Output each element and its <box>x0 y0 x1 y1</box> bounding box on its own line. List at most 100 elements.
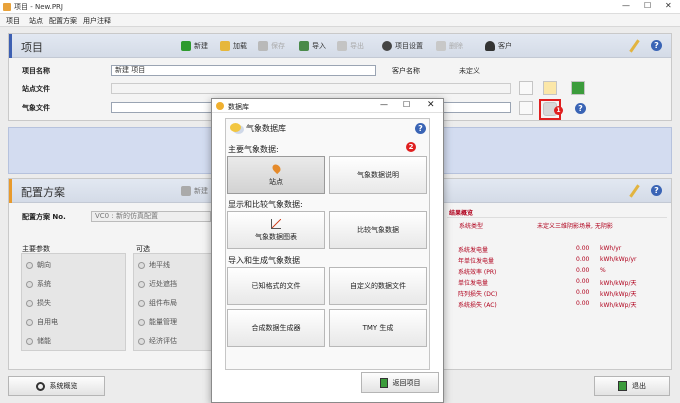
compare-meteo-button[interactable]: 比较气象数据 <box>329 211 427 249</box>
system-overview-button[interactable]: 系统概览 <box>8 376 105 396</box>
radio-system[interactable]: 系统 <box>26 279 51 289</box>
exit-icon <box>618 381 627 391</box>
group1-title: 主要气象数据: <box>228 145 279 154</box>
pencil-icon[interactable] <box>629 39 640 53</box>
known-format-button[interactable]: 已知格式的文件 <box>227 267 325 305</box>
new-config-button[interactable]: 新建 <box>181 184 208 198</box>
dialog-help-icon[interactable]: ? <box>415 123 426 134</box>
search-site-button[interactable] <box>519 81 533 95</box>
meteo-description-button[interactable]: 气象数据说明 <box>329 156 427 194</box>
import-icon <box>299 41 309 51</box>
location-pin-icon <box>270 162 282 174</box>
menu-notes[interactable]: 用户注释 <box>83 16 111 26</box>
meteo-charts-button[interactable]: 气象数据图表 <box>227 211 325 249</box>
back-to-project-button[interactable]: 返回项目 <box>361 372 439 393</box>
radio-horizon[interactable]: 地平线 <box>138 260 170 270</box>
window-title: 项目 - New.PRJ <box>14 3 63 11</box>
radio-losses[interactable]: 损失 <box>26 298 51 308</box>
annotation-badge-2: 2 <box>406 142 416 152</box>
project-title: 项目 <box>21 41 43 54</box>
dialog-title: 数据库 <box>228 103 249 111</box>
meteo-help-icon[interactable]: ? <box>575 103 586 114</box>
exit-button[interactable]: 退出 <box>594 376 670 396</box>
chart-icon <box>271 218 281 229</box>
load-project-button[interactable]: 加载 <box>220 39 247 53</box>
dialog-header: 气象数据库 <box>246 124 286 133</box>
minimize-button[interactable]: — <box>622 1 630 10</box>
accent-bar-orange <box>9 179 12 203</box>
tmy-generation-button[interactable]: TMY 生成 <box>329 309 427 347</box>
delete-button[interactable]: 删除 <box>436 39 463 53</box>
radio-near-shadings[interactable]: 近处遮挡 <box>138 279 177 289</box>
radio-energy-management[interactable]: 能量管理 <box>138 317 177 327</box>
synthetic-generator-button[interactable]: 合成数据生成器 <box>227 309 325 347</box>
sun-icon <box>216 102 224 110</box>
menu-config[interactable]: 配置方案 <box>49 16 77 26</box>
results-title: 结果概览 <box>449 210 474 217</box>
help-icon-2[interactable]: ? <box>651 185 662 196</box>
dialog-close-button[interactable]: ✕ <box>427 100 435 110</box>
dialog-content: 气象数据库 ? 2 主要气象数据: 站点 气象数据说明 显示和比较气象数据: 气… <box>225 118 430 370</box>
save-project-button[interactable]: 保存 <box>258 39 285 53</box>
maximize-button[interactable]: ☐ <box>644 1 651 10</box>
custom-file-button[interactable]: 自定义的数据文件 <box>329 267 427 305</box>
group3-title: 导入和生成气象数据 <box>228 256 300 265</box>
project-settings-button[interactable]: 项目设置 <box>382 39 423 53</box>
menu-site[interactable]: 站点 <box>29 16 43 26</box>
weather-icon <box>230 123 241 132</box>
accent-bar <box>9 34 12 58</box>
import-button[interactable]: 导入 <box>299 39 326 53</box>
project-name-label: 项目名称 <box>22 67 50 75</box>
folder-icon <box>220 41 230 51</box>
menu-project[interactable]: 项目 <box>6 16 20 26</box>
export-icon <box>337 41 347 51</box>
system-type-label: 系统类型 <box>459 223 484 230</box>
annotation-badge-1: 1 <box>554 106 563 115</box>
person-icon <box>485 41 495 51</box>
config-select[interactable]: VC0 : 新的仿真配置 <box>91 211 211 222</box>
radio-economic[interactable]: 经济评估 <box>138 336 177 346</box>
close-button[interactable]: ✕ <box>665 1 672 10</box>
back-icon <box>379 377 388 388</box>
main-params-group: 朝向 系统 损失 自用电 储能 <box>21 253 126 351</box>
client-value: 未定义 <box>459 67 480 75</box>
system-type-value: 未定义三维阴影场景, 无阴影 <box>537 223 613 230</box>
project-name-input[interactable]: 新建 项目 <box>111 65 376 76</box>
save-icon <box>258 41 268 51</box>
meteo-file-label: 气象文件 <box>22 104 50 112</box>
open-site-folder-button[interactable] <box>543 81 557 95</box>
radio-storage[interactable]: 储能 <box>26 336 51 346</box>
group2-title: 显示和比较气象数据: <box>228 200 303 209</box>
site-button[interactable]: 站点 <box>227 156 325 194</box>
config-title: 配置方案 <box>21 186 65 199</box>
dialog-maximize-button[interactable]: ☐ <box>403 100 410 109</box>
add-site-button[interactable] <box>571 81 585 95</box>
export-button[interactable]: 导出 <box>337 39 364 53</box>
client-button[interactable]: 客户 <box>485 39 512 53</box>
app-icon <box>3 3 11 11</box>
client-label: 客户名称 <box>392 67 420 75</box>
delete-icon <box>436 41 446 51</box>
site-file-field[interactable] <box>111 83 511 94</box>
new-project-button[interactable]: 新建 <box>181 39 208 53</box>
optional-group: 地平线 近处遮挡 组件布局 能量管理 经济评估 <box>133 253 213 351</box>
radio-module-layout[interactable]: 组件布局 <box>138 298 177 308</box>
plus-icon <box>181 186 191 196</box>
database-dialog: 数据库 — ☐ ✕ 气象数据库 ? 2 主要气象数据: 站点 气象数据说明 显示… <box>211 98 444 403</box>
pencil-icon-2[interactable] <box>629 184 640 198</box>
site-file-label: 站点文件 <box>22 85 50 93</box>
gear-icon <box>382 41 392 51</box>
title-bar: 项目 - New.PRJ — ☐ ✕ <box>0 0 680 14</box>
project-header: 项目 新建 加载 保存 导入 导出 项目设置 删除 客户 ? <box>9 34 671 58</box>
menu-bar: 项目 站点 配置方案 用户注释 <box>0 14 680 27</box>
plus-icon <box>181 41 191 51</box>
dialog-minimize-button[interactable]: — <box>380 100 388 109</box>
radio-self-consumption[interactable]: 自用电 <box>26 317 58 327</box>
search-icon <box>35 381 45 391</box>
dialog-title-bar: 数据库 — ☐ ✕ <box>212 99 443 113</box>
radio-orientation[interactable]: 朝向 <box>26 260 51 270</box>
divider <box>447 217 667 218</box>
search-meteo-button[interactable] <box>519 101 533 115</box>
help-icon[interactable]: ? <box>651 40 662 51</box>
config-number-label: 配置方案 No. <box>22 213 66 221</box>
